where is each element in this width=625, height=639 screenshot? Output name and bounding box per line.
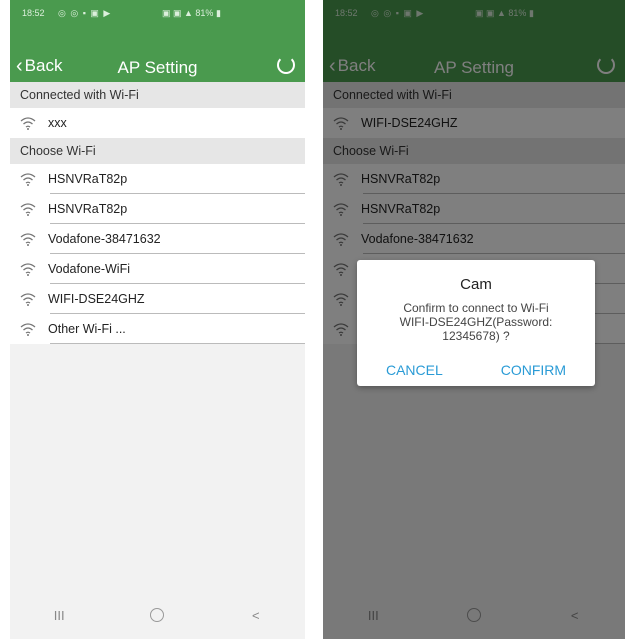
recents-button[interactable]: III (39, 608, 79, 623)
refresh-icon[interactable] (277, 56, 295, 74)
network-name: Other Wi-Fi ... (48, 322, 126, 336)
network-row[interactable]: HSNVRaT82p (10, 194, 305, 224)
status-bar: 18:52 ◎ ◎ ▪ ▣ ▶ ▣ ▣ ▲ 81% ▮ (22, 6, 293, 20)
network-row[interactable]: Vodafone-WiFi (10, 254, 305, 284)
battery-level: 81% (195, 8, 214, 18)
notification-icons: ◎ ◎ ▪ ▣ ▶ (44, 8, 112, 18)
network-row[interactable]: HSNVRaT82p (10, 164, 305, 194)
wifi-icon (20, 263, 36, 276)
connected-network-row[interactable]: xxx (10, 108, 305, 138)
network-name: xxx (48, 116, 67, 130)
dialog-message-line: 12345678) ? (442, 329, 510, 343)
network-name: Vodafone-WiFi (48, 262, 130, 276)
network-name: HSNVRaT82p (48, 172, 128, 186)
app-header: 18:52 ◎ ◎ ▪ ▣ ▶ ▣ ▣ ▲ 81% ▮ ‹ Back AP Se… (10, 0, 305, 82)
wifi-icon (20, 323, 36, 336)
toolbar: ‹ Back AP Setting (10, 52, 305, 82)
dialog-title: Cam (460, 276, 492, 293)
row-divider (50, 343, 305, 344)
wifi-icon (20, 203, 36, 216)
status-time: 18:52 (22, 8, 45, 18)
network-row[interactable]: WIFI-DSE24GHZ (10, 284, 305, 314)
network-name: HSNVRaT82p (48, 202, 128, 216)
dialog-buttons: CANCEL CONFIRM (357, 362, 595, 378)
connected-section-header: Connected with Wi-Fi (10, 82, 305, 108)
cancel-button[interactable]: CANCEL (386, 362, 443, 378)
network-list: HSNVRaT82p HSNVRaT82p Vodafone-38471632 Vod… (10, 164, 305, 344)
left-screen: 18:52 ◎ ◎ ▪ ▣ ▶ ▣ ▣ ▲ 81% ▮ ‹ Back AP Se… (10, 0, 305, 639)
home-button[interactable] (137, 608, 177, 622)
wifi-icon (20, 117, 36, 130)
home-icon (150, 608, 165, 622)
page-title: AP Setting (117, 58, 198, 77)
confirm-button[interactable]: CONFIRM (501, 362, 566, 378)
dialog-message: Confirm to connect to Wi-Fi WIFI-DSE24GH… (375, 301, 577, 343)
system-icons: ▣ ▣ ▲ 81% ▮ (162, 8, 221, 18)
nav-back-button[interactable]: < (236, 608, 276, 623)
confirm-dialog: Cam Confirm to connect to Wi-Fi WIFI-DSE… (357, 260, 595, 386)
choose-section-header: Choose Wi-Fi (10, 138, 305, 164)
right-screen: 18:52 ◎ ◎ ▪ ▣ ▶ ▣ ▣ ▲ 81% ▮ ‹ Back AP Se… (323, 0, 625, 639)
network-row[interactable]: Vodafone-38471632 (10, 224, 305, 254)
wifi-icon (20, 233, 36, 246)
network-name: WIFI-DSE24GHZ (48, 292, 145, 306)
navigation-bar: III < (10, 591, 305, 639)
dialog-message-line: Confirm to connect to Wi-Fi (403, 301, 549, 315)
network-row[interactable]: Other Wi-Fi ... (10, 314, 305, 344)
wifi-icon (20, 293, 36, 306)
wifi-icon (20, 173, 36, 186)
network-name: Vodafone-38471632 (48, 232, 161, 246)
dialog-message-line: WIFI-DSE24GHZ(Password: (399, 315, 553, 329)
